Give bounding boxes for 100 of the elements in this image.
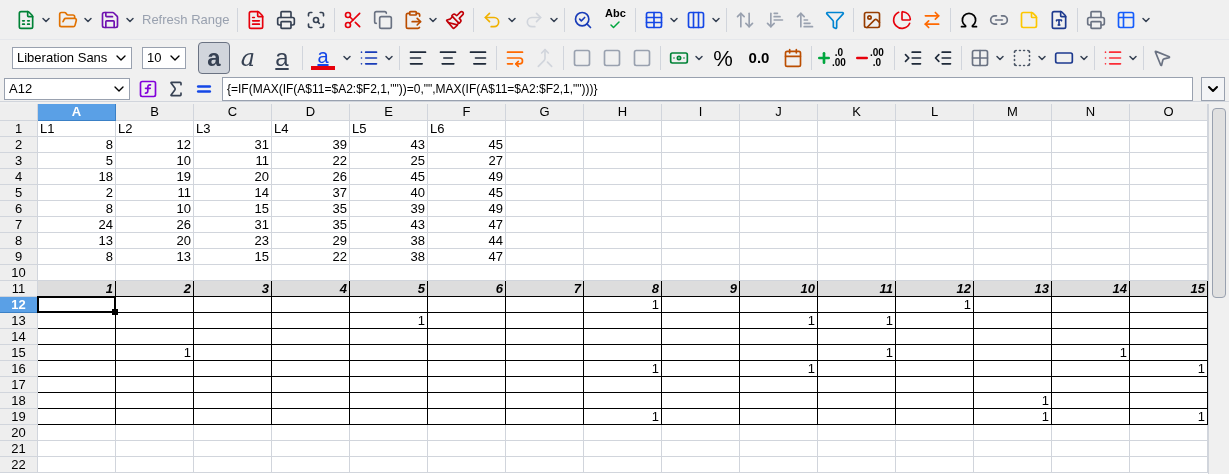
table-cell: 1 bbox=[974, 409, 1052, 425]
column-header[interactable]: I bbox=[662, 104, 740, 121]
table-cell: 26 bbox=[272, 169, 350, 185]
add-decimal-button[interactable]: .0 .00 bbox=[816, 42, 852, 74]
table-cell: 1 bbox=[974, 393, 1052, 409]
column-header[interactable]: F bbox=[428, 104, 506, 121]
table-cell: 15 bbox=[1130, 281, 1208, 297]
table-cell: 49 bbox=[428, 201, 506, 217]
font-size-field[interactable]: 10 bbox=[142, 47, 186, 69]
bold-button[interactable]: a bbox=[198, 42, 230, 74]
table-cell: 24 bbox=[38, 217, 116, 233]
spellcheck-button[interactable]: Abc bbox=[599, 3, 632, 36]
column-header[interactable]: L bbox=[896, 104, 974, 121]
column-header[interactable]: H bbox=[584, 104, 662, 121]
table-cell: 47 bbox=[428, 249, 506, 265]
table-cell: 35 bbox=[272, 217, 350, 233]
table-cell: 8 bbox=[38, 201, 116, 217]
column-header[interactable]: G bbox=[506, 104, 584, 121]
column-header[interactable]: J bbox=[740, 104, 818, 121]
row-header[interactable]: 9 bbox=[0, 249, 38, 265]
table-cell: 8 bbox=[38, 249, 116, 265]
table-cell: 5 bbox=[38, 153, 116, 169]
row-header[interactable]: 11 bbox=[0, 281, 38, 297]
table-cell: 10 bbox=[740, 281, 818, 297]
table-cell: 40 bbox=[350, 185, 428, 201]
row-header[interactable]: 8 bbox=[0, 233, 38, 249]
table-cell: 1 bbox=[740, 313, 818, 329]
column-header[interactable]: D bbox=[272, 104, 350, 121]
italic-button[interactable]: a bbox=[232, 42, 264, 74]
row-header[interactable]: 16 bbox=[0, 361, 38, 377]
table-cell: 20 bbox=[116, 233, 194, 249]
table-cell: 1 bbox=[584, 297, 662, 313]
table-cell: 49 bbox=[428, 169, 506, 185]
row-header[interactable]: 15 bbox=[0, 345, 38, 361]
row-header[interactable]: 5 bbox=[0, 185, 38, 201]
table-cell: 1 bbox=[818, 345, 896, 361]
column-header[interactable]: O bbox=[1130, 104, 1208, 121]
table-cell: 25 bbox=[350, 153, 428, 169]
table-cell: 43 bbox=[350, 217, 428, 233]
table-cell: 37 bbox=[272, 185, 350, 201]
row-header[interactable]: 21 bbox=[0, 441, 38, 457]
row-header[interactable]: 18 bbox=[0, 393, 38, 409]
table-cell: L3 bbox=[194, 121, 272, 137]
row-header[interactable]: 20 bbox=[0, 425, 38, 441]
table-cell: 11 bbox=[194, 153, 272, 169]
row-header[interactable]: 22 bbox=[0, 457, 38, 473]
table-cell: 26 bbox=[116, 217, 194, 233]
column-header[interactable]: N bbox=[1052, 104, 1130, 121]
row-header[interactable]: 14 bbox=[0, 329, 38, 345]
table-cell: 1 bbox=[584, 361, 662, 377]
table-cell: 15 bbox=[194, 249, 272, 265]
table-cell: 8 bbox=[38, 137, 116, 153]
row-header[interactable]: 17 bbox=[0, 377, 38, 393]
column-header[interactable]: E bbox=[350, 104, 428, 121]
table-cell: 11 bbox=[116, 185, 194, 201]
table-cell: 1 bbox=[116, 345, 194, 361]
row-header[interactable]: 4 bbox=[0, 169, 38, 185]
table-cell: 20 bbox=[194, 169, 272, 185]
column-header[interactable]: K bbox=[818, 104, 896, 121]
row-header[interactable]: 2 bbox=[0, 137, 38, 153]
table-cell: 47 bbox=[428, 217, 506, 233]
table-cell: 22 bbox=[272, 153, 350, 169]
table-cell: L5 bbox=[350, 121, 428, 137]
table-cell: L2 bbox=[116, 121, 194, 137]
number-format-button[interactable]: 0.0 bbox=[741, 42, 777, 74]
table-cell: 9 bbox=[662, 281, 740, 297]
row-header[interactable]: 19 bbox=[0, 409, 38, 425]
table-cell: 23 bbox=[194, 233, 272, 249]
table-cell: 27 bbox=[428, 153, 506, 169]
table-cell: 2 bbox=[116, 281, 194, 297]
table-cell: 6 bbox=[428, 281, 506, 297]
table-cell: 14 bbox=[194, 185, 272, 201]
delete-decimal-button[interactable]: .00 .0 bbox=[854, 42, 890, 74]
row-header[interactable]: 10 bbox=[0, 265, 38, 281]
column-header[interactable]: B bbox=[116, 104, 194, 121]
formula-input[interactable]: {=IF(MAX(IF(A$11=$A2:$F2,1,""))=0,"",MAX(IF(A$11=$A2:$F2,1,"")))} bbox=[222, 76, 1193, 101]
column-header[interactable]: M bbox=[974, 104, 1052, 121]
percent-button[interactable]: % bbox=[707, 42, 739, 74]
table-cell: 13 bbox=[116, 249, 194, 265]
table-cell: 1 bbox=[818, 313, 896, 329]
row-header[interactable]: 13 bbox=[0, 313, 38, 329]
underline-button[interactable]: a bbox=[266, 42, 298, 74]
font-color-button[interactable]: a bbox=[307, 42, 339, 74]
table-cell: 38 bbox=[350, 233, 428, 249]
table-cell: 12 bbox=[896, 281, 974, 297]
table-cell: 1 bbox=[38, 281, 116, 297]
table-cell: 22 bbox=[272, 249, 350, 265]
row-header[interactable]: 3 bbox=[0, 153, 38, 169]
row-header[interactable]: 7 bbox=[0, 217, 38, 233]
table-cell: 18 bbox=[38, 169, 116, 185]
table-cell: 43 bbox=[350, 137, 428, 153]
row-header[interactable]: 1 bbox=[0, 121, 38, 137]
column-header[interactable]: C bbox=[194, 104, 272, 121]
name-box[interactable]: A12 bbox=[4, 77, 130, 100]
table-cell: L6 bbox=[428, 121, 506, 137]
table-cell: 45 bbox=[428, 137, 506, 153]
font-name-field[interactable]: Liberation Sans bbox=[12, 47, 132, 69]
row-header[interactable]: 6 bbox=[0, 201, 38, 217]
table-cell: 10 bbox=[116, 153, 194, 169]
table-cell: 35 bbox=[272, 201, 350, 217]
